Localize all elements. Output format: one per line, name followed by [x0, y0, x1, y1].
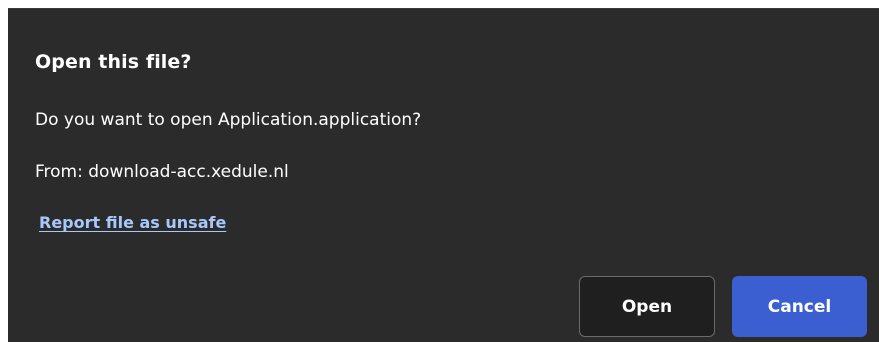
file-source: From: download-acc.xedule.nl	[35, 162, 289, 182]
open-file-dialog: Open this file? Do you want to open Appl…	[8, 8, 879, 342]
dialog-message: Do you want to open Application.applicat…	[35, 110, 422, 130]
report-unsafe-link[interactable]: Report file as unsafe	[39, 213, 226, 232]
open-button[interactable]: Open	[579, 276, 715, 337]
dialog-title: Open this file?	[35, 51, 192, 73]
cancel-button[interactable]: Cancel	[732, 276, 867, 337]
